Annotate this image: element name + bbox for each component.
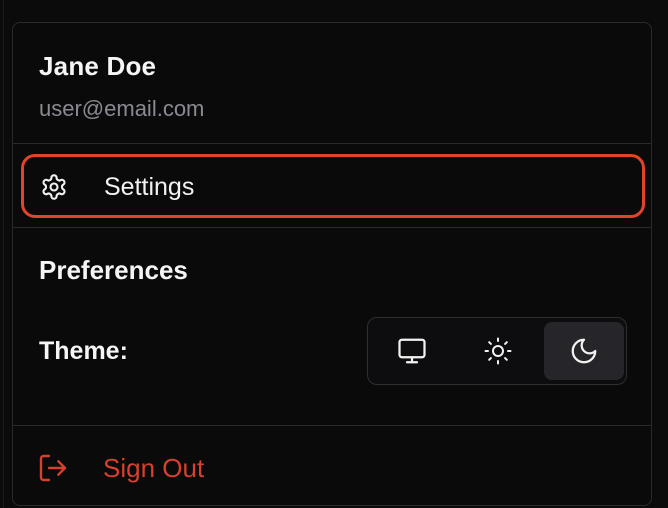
sign-out-button[interactable]: Sign Out [13, 427, 651, 505]
backdrop-edge [0, 0, 4, 508]
theme-label: Theme: [39, 337, 128, 365]
theme-option-system[interactable] [372, 322, 452, 380]
settings-menu-item[interactable]: Settings [21, 154, 645, 218]
theme-toggle-group [367, 317, 627, 385]
user-email: user@email.com [39, 96, 205, 121]
sign-out-label: Sign Out [103, 453, 205, 483]
moon-icon [571, 338, 597, 364]
sign-out-icon [39, 454, 67, 482]
gear-icon [42, 174, 66, 200]
divider [13, 425, 651, 426]
user-info: Jane Doe user@email.com [13, 23, 651, 143]
theme-option-light[interactable] [458, 322, 538, 380]
divider [13, 143, 651, 144]
settings-label: Settings [104, 173, 195, 201]
user-account-menu: Jane Doe user@email.com Settings Prefere… [12, 22, 652, 506]
theme-option-dark[interactable] [544, 322, 624, 380]
preferences-heading: Preferences [39, 255, 188, 285]
user-name: Jane Doe [39, 51, 157, 81]
monitor-icon [398, 338, 426, 364]
divider [13, 227, 651, 228]
sun-icon [484, 337, 512, 365]
